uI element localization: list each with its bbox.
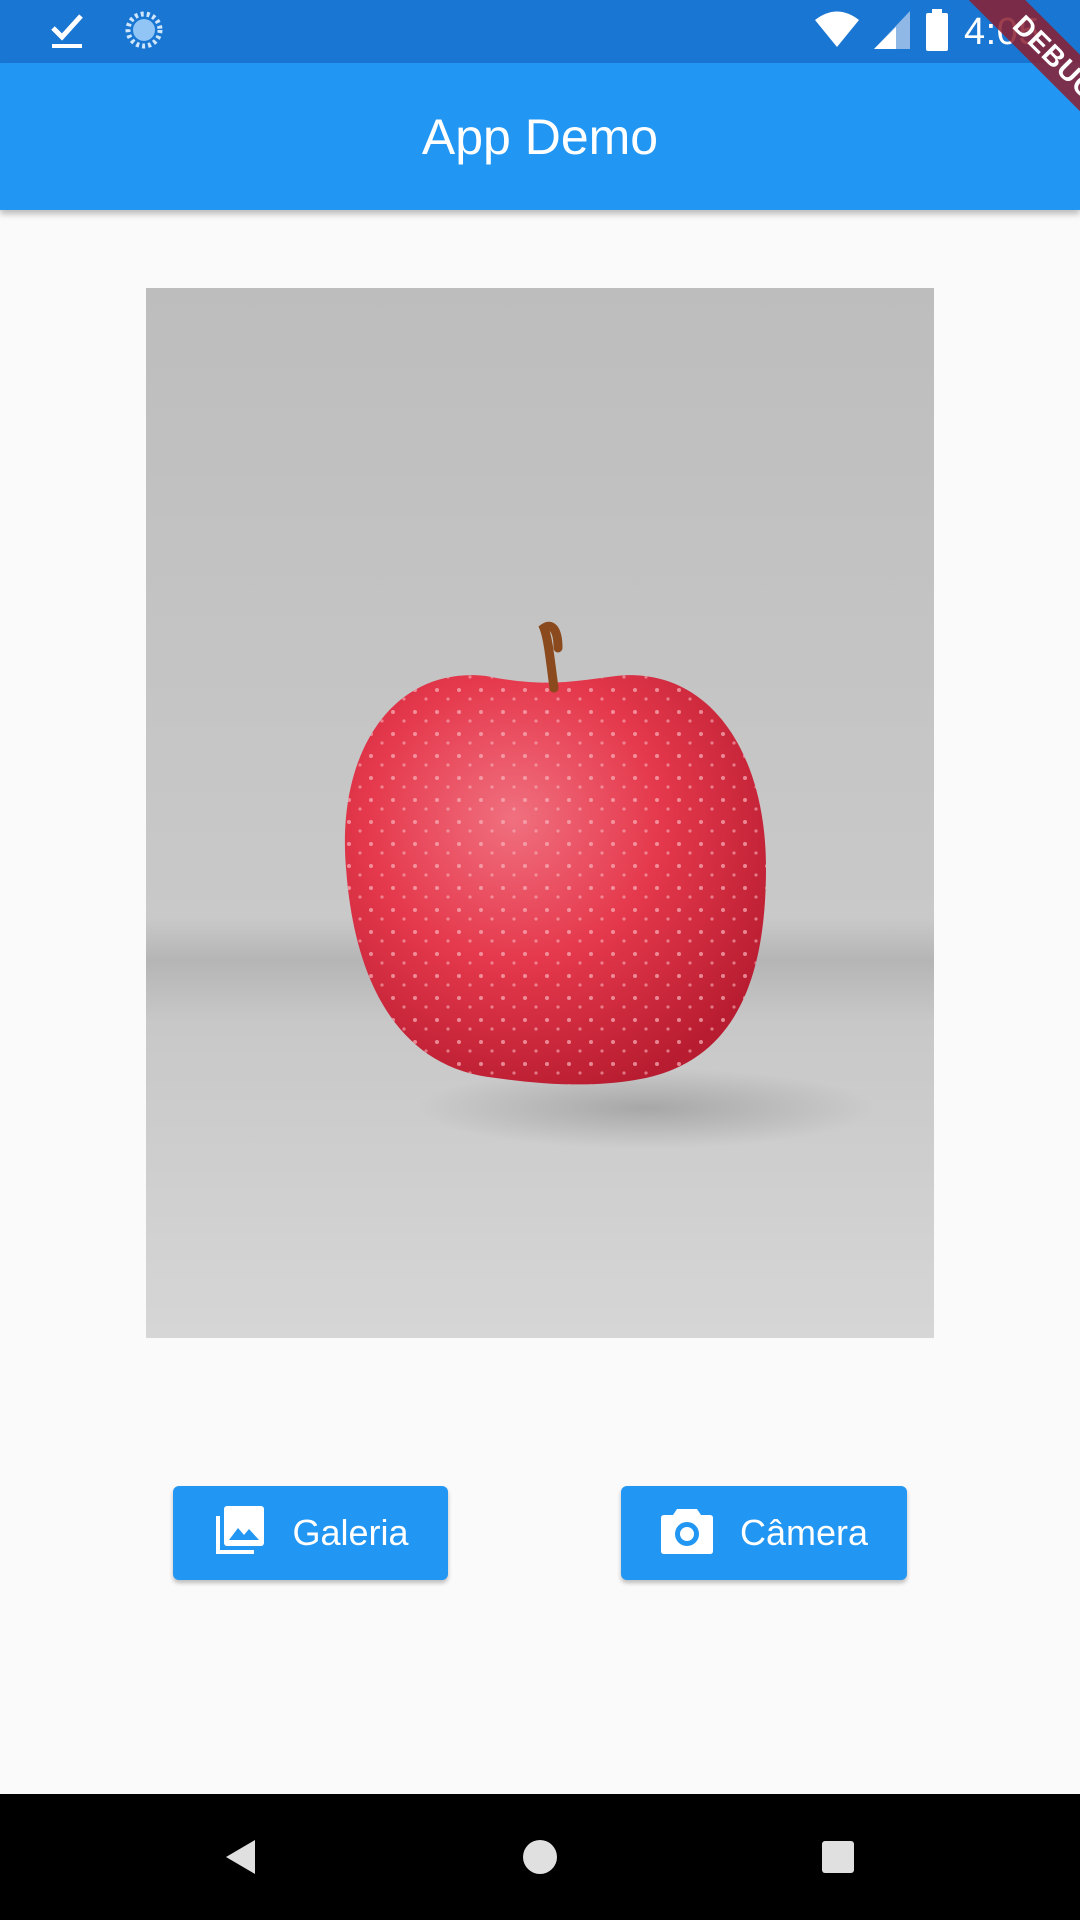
photo-library-icon xyxy=(212,1504,266,1563)
app-screen: 4:05 DEBUG App Demo Galeria Câmera xyxy=(0,0,1080,1920)
system-nav-bar xyxy=(0,1794,1080,1920)
check-download-icon xyxy=(50,10,84,55)
battery-icon xyxy=(924,8,950,56)
recents-icon[interactable] xyxy=(805,1824,871,1890)
status-left-icons xyxy=(50,10,164,55)
status-bar: 4:05 xyxy=(0,0,1080,63)
camera-button[interactable]: Câmera xyxy=(621,1486,907,1580)
loading-circle-icon xyxy=(124,10,164,55)
home-icon[interactable] xyxy=(507,1824,573,1890)
app-bar: App Demo xyxy=(0,63,1080,210)
app-title: App Demo xyxy=(421,108,659,165)
signal-icon xyxy=(874,10,911,54)
back-icon[interactable] xyxy=(208,1824,274,1890)
camera-button-label: Câmera xyxy=(739,1512,869,1553)
apple-photo xyxy=(146,288,934,1338)
status-time: 4:05 xyxy=(964,10,1040,53)
galeria-button-label: Galeria xyxy=(292,1512,409,1553)
camera-icon xyxy=(660,1507,714,1560)
wifi-icon xyxy=(814,11,860,54)
galeria-button[interactable]: Galeria xyxy=(173,1486,448,1580)
status-right-icons: 4:05 xyxy=(814,8,1040,56)
